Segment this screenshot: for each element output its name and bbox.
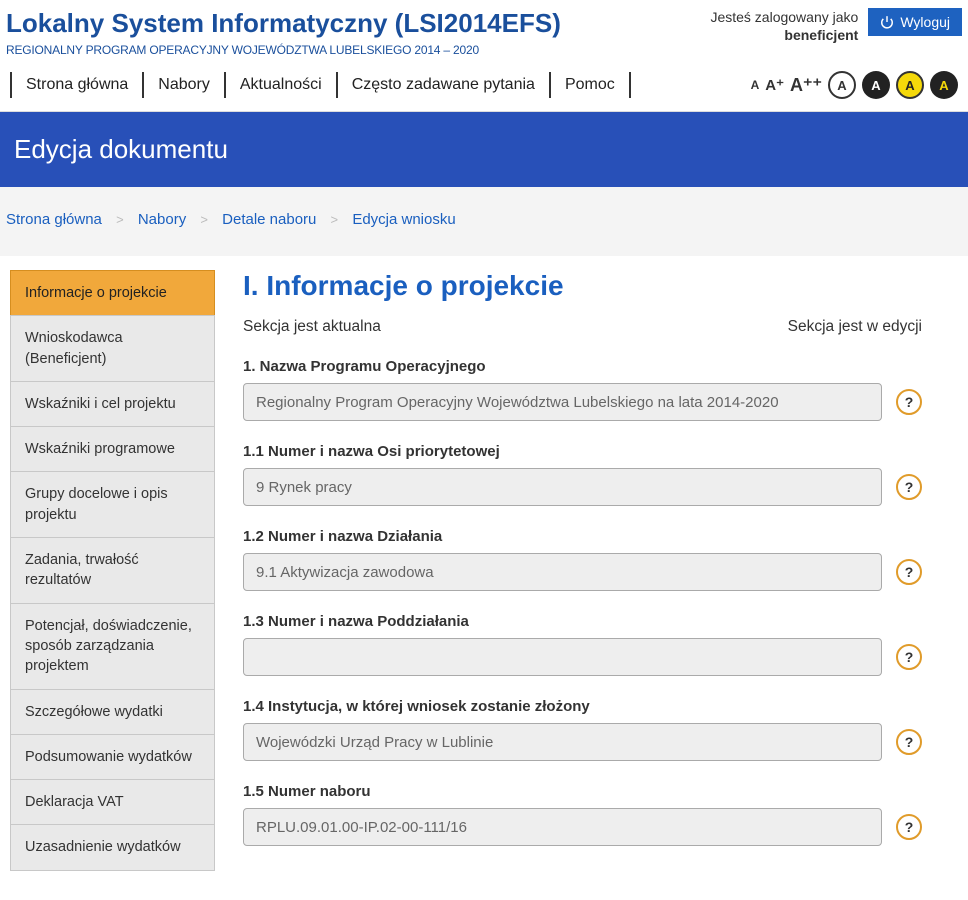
field-label-1-2: 1.2 Numer i nazwa Działania	[243, 528, 922, 545]
crumb-home[interactable]: Strona główna	[6, 211, 102, 228]
font-size-medium[interactable]: A⁺	[765, 76, 784, 94]
crumb-sep: >	[116, 212, 124, 227]
field-label-1-1: 1.1 Numer i nazwa Osi priorytetowej	[243, 443, 922, 460]
crumb-sep: >	[200, 212, 208, 227]
sidebar-item-potencjal[interactable]: Potencjał, doświadczenie, sposób zarządz…	[10, 603, 215, 690]
sidebar-item-wnioskodawca[interactable]: Wnioskodawca (Beneficjent)	[10, 315, 215, 382]
field-input-poddzialanie[interactable]	[243, 638, 882, 676]
field-input-program[interactable]	[243, 383, 882, 421]
sidebar-item-wskazniki-programowe[interactable]: Wskaźniki programowe	[10, 426, 215, 472]
help-button[interactable]: ?	[896, 474, 922, 500]
section-status-right: Sekcja jest w edycji	[788, 318, 922, 336]
nav-aktualnosci[interactable]: Aktualności	[224, 72, 338, 98]
field-input-os[interactable]	[243, 468, 882, 506]
font-size-large[interactable]: A⁺⁺	[790, 75, 822, 96]
contrast-dark-yellow[interactable]: A	[930, 71, 958, 99]
help-button[interactable]: ?	[896, 814, 922, 840]
field-input-dzialanie[interactable]	[243, 553, 882, 591]
field-label-1-4: 1.4 Instytucja, w której wniosek zostani…	[243, 698, 922, 715]
contrast-default[interactable]: A	[828, 71, 856, 99]
help-button[interactable]: ?	[896, 729, 922, 755]
field-label-1-5: 1.5 Numer naboru	[243, 783, 922, 800]
help-button[interactable]: ?	[896, 644, 922, 670]
crumb-nabory[interactable]: Nabory	[138, 211, 186, 228]
help-button[interactable]: ?	[896, 559, 922, 585]
logout-label: Wyloguj	[900, 14, 950, 30]
nav-pomoc[interactable]: Pomoc	[549, 72, 631, 98]
field-label-1-3: 1.3 Numer i nazwa Poddziałania	[243, 613, 922, 630]
font-size-small[interactable]: A	[751, 78, 760, 92]
breadcrumb: Strona główna > Nabory > Detale naboru >…	[0, 187, 968, 256]
contrast-dark[interactable]: A	[862, 71, 890, 99]
help-button[interactable]: ?	[896, 389, 922, 415]
logged-in-label: Jesteś zalogowany jako	[710, 8, 858, 26]
field-input-numer-naboru[interactable]	[243, 808, 882, 846]
crumb-detale[interactable]: Detale naboru	[222, 211, 316, 228]
site-subtitle: REGIONALNY PROGRAM OPERACYJNY WOJEWÓDZTW…	[6, 43, 561, 57]
site-title[interactable]: Lokalny System Informatyczny (LSI2014EFS…	[6, 8, 561, 39]
accessibility-controls: A A⁺ A⁺⁺ A A A A	[751, 71, 958, 99]
sidebar: Informacje o projekcie Wnioskodawca (Ben…	[10, 270, 215, 870]
contrast-yellow[interactable]: A	[896, 71, 924, 99]
section-title: I. Informacje o projekcie	[243, 270, 922, 302]
section-status-left: Sekcja jest aktualna	[243, 318, 381, 336]
crumb-edycja[interactable]: Edycja wniosku	[352, 211, 455, 228]
main-panel: I. Informacje o projekcie Sekcja jest ak…	[243, 270, 962, 870]
logout-button[interactable]: Wyloguj	[868, 8, 962, 36]
sidebar-item-wydatki-podsumowanie[interactable]: Podsumowanie wydatków	[10, 734, 215, 780]
crumb-sep: >	[331, 212, 339, 227]
field-input-instytucja[interactable]	[243, 723, 882, 761]
page-banner: Edycja dokumentu	[0, 112, 968, 187]
field-label-1: 1. Nazwa Programu Operacyjnego	[243, 358, 922, 375]
sidebar-item-wydatki-szczegolowe[interactable]: Szczegółowe wydatki	[10, 689, 215, 735]
sidebar-item-wskazniki-cel[interactable]: Wskaźniki i cel projektu	[10, 381, 215, 427]
page-banner-title: Edycja dokumentu	[14, 134, 228, 164]
sidebar-item-informacje[interactable]: Informacje o projekcie	[10, 270, 215, 316]
sidebar-item-grupy[interactable]: Grupy docelowe i opis projektu	[10, 471, 215, 538]
power-icon	[880, 15, 894, 29]
logged-in-user: beneficjent	[710, 26, 858, 44]
nav-faq[interactable]: Często zadawane pytania	[336, 72, 551, 98]
sidebar-item-uzasadnienie[interactable]: Uzasadnienie wydatków	[10, 824, 215, 870]
sidebar-item-vat[interactable]: Deklaracja VAT	[10, 779, 215, 825]
nav-nabory[interactable]: Nabory	[142, 72, 226, 98]
sidebar-item-zadania[interactable]: Zadania, trwałość rezultatów	[10, 537, 215, 604]
main-nav: Strona główna Nabory Aktualności Często …	[10, 72, 629, 98]
nav-home[interactable]: Strona główna	[10, 72, 144, 98]
